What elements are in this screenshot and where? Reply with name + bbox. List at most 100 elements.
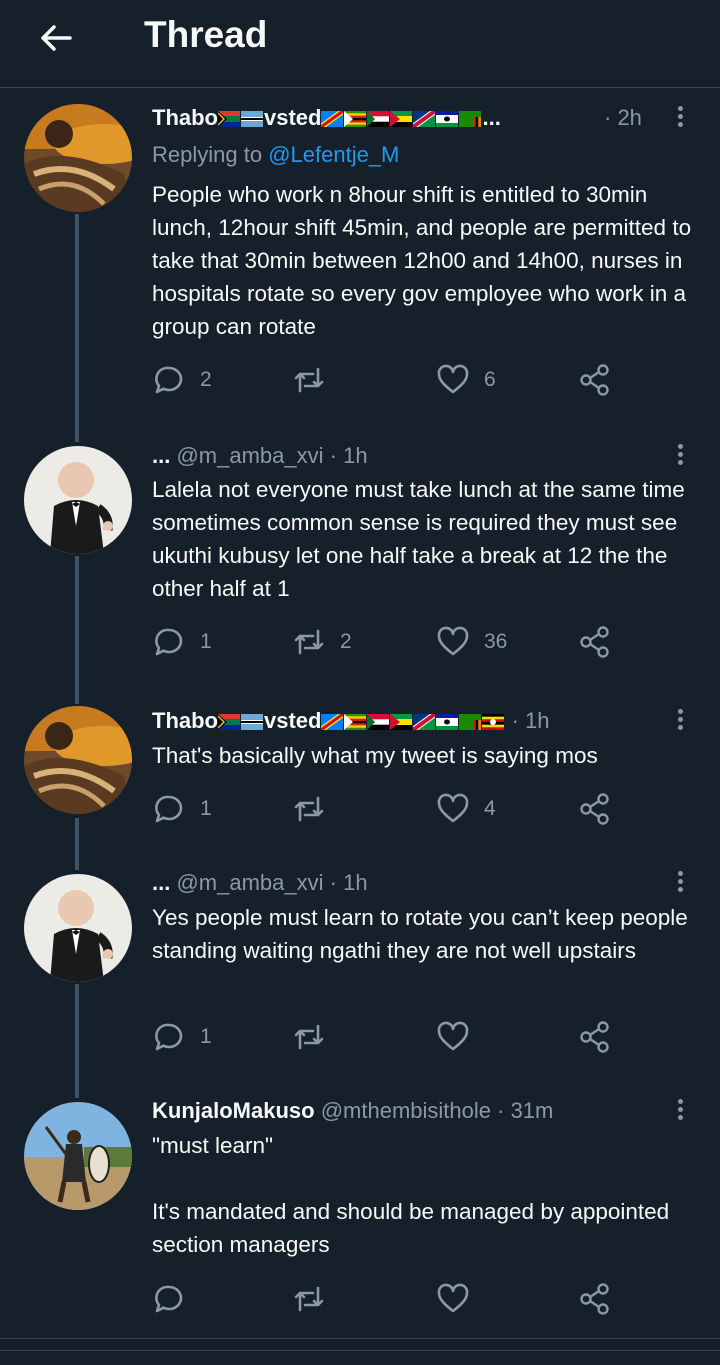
display-name[interactable]: ... xyxy=(152,870,170,895)
display-name[interactable]: KunjaloMakuso xyxy=(152,1098,315,1123)
tweet-text: People who work n 8hour shift is entitle… xyxy=(152,182,698,339)
reply-button[interactable]: 1 xyxy=(152,791,212,827)
thread-connector xyxy=(75,984,79,1098)
flag-bw-icon xyxy=(241,708,264,733)
reply-button[interactable]: 1 xyxy=(152,1019,212,1055)
more-vertical-icon[interactable] xyxy=(672,1096,688,1124)
tweet-text: Yes people must learn to rotate you can’… xyxy=(152,905,695,963)
tweet-header: ... @m_amba_xvi · 1h xyxy=(152,442,650,470)
share-button[interactable] xyxy=(578,1019,612,1055)
handle-ellipsis: ... xyxy=(482,105,501,130)
reply-icon xyxy=(155,366,183,394)
flag-mz-icon xyxy=(390,105,413,130)
reply-count: 1 xyxy=(200,1025,212,1048)
replying-handle-link[interactable]: @Lefentje_M xyxy=(268,142,399,167)
heart-icon xyxy=(437,1021,469,1051)
divider xyxy=(0,1338,720,1339)
handle[interactable]: @mthembisithole xyxy=(321,1098,491,1123)
more-vertical-icon[interactable] xyxy=(672,706,688,734)
reply-count: 1 xyxy=(200,797,212,820)
like-count: 36 xyxy=(484,630,508,653)
flag-ls-icon xyxy=(436,105,459,130)
reply-count: 1 xyxy=(200,630,212,653)
like-button[interactable]: 4 xyxy=(436,791,496,827)
like-button[interactable]: 36 xyxy=(436,624,507,660)
avatar[interactable] xyxy=(24,874,132,982)
tweet-actions: 1 xyxy=(152,1019,622,1055)
tweet-actions: 1 4 xyxy=(152,791,622,827)
flag-sd-icon xyxy=(367,708,390,733)
flag-mz-icon xyxy=(390,708,413,733)
more-vertical-icon[interactable] xyxy=(672,868,688,896)
flag-ls-icon xyxy=(436,708,459,733)
tweet-time: · 2h xyxy=(604,105,642,130)
share-button[interactable] xyxy=(578,791,612,827)
divider xyxy=(0,1350,720,1351)
share-icon xyxy=(580,793,609,825)
display-name-suffix: vsted xyxy=(264,105,322,130)
retweet-button[interactable]: 2 xyxy=(292,624,352,660)
display-name[interactable]: Thabo xyxy=(152,105,218,130)
more-vertical-icon[interactable] xyxy=(672,441,688,469)
heart-icon xyxy=(437,1283,469,1313)
heart-icon xyxy=(437,364,469,394)
avatar[interactable] xyxy=(24,446,132,554)
tweet-header: Thabo vsted · 1h xyxy=(152,707,650,735)
tweet-header: Thabo vsted... xyxy=(152,104,650,132)
retweet-icon xyxy=(294,1286,324,1312)
reply-button[interactable]: 1 xyxy=(152,624,212,660)
display-name-suffix: vsted xyxy=(264,708,322,733)
flag-zm-icon xyxy=(459,708,482,733)
thread-connector xyxy=(75,818,79,870)
reply-icon xyxy=(155,1285,183,1313)
retweet-icon xyxy=(294,367,324,393)
retweet-button[interactable] xyxy=(292,1019,340,1055)
display-name[interactable]: Thabo xyxy=(152,708,218,733)
like-button[interactable] xyxy=(436,1019,484,1055)
replying-to: Replying to @Lefentje_M xyxy=(152,140,399,170)
tweet-text: That's basically what my tweet is saying… xyxy=(152,743,598,768)
retweet-count: 2 xyxy=(340,630,352,653)
tweet[interactable]: Thabo vsted... · 2h Replying to @Lefentje… xyxy=(0,0,720,420)
flag-cd-icon xyxy=(321,105,344,130)
retweet-button[interactable] xyxy=(292,362,340,398)
tweet-time: · 31m xyxy=(497,1098,554,1123)
reply-button[interactable]: 2 xyxy=(152,362,212,398)
heart-icon xyxy=(437,626,469,656)
flag-na-icon xyxy=(413,105,436,130)
avatar[interactable] xyxy=(24,104,132,212)
handle[interactable]: @m_amba_xvi xyxy=(176,870,323,895)
reply-button[interactable] xyxy=(152,1281,200,1317)
share-icon xyxy=(580,1283,609,1315)
share-button[interactable] xyxy=(578,362,612,398)
flag-cd-icon xyxy=(321,708,344,733)
share-icon xyxy=(580,364,609,396)
share-icon xyxy=(580,1021,609,1053)
display-name[interactable]: ... xyxy=(152,443,170,468)
flag-sd-icon xyxy=(367,105,390,130)
like-button[interactable] xyxy=(436,1281,484,1317)
tweet-actions: 1 2 36 xyxy=(152,624,622,660)
replying-label: Replying to xyxy=(152,142,263,167)
tweet-time: · 1h xyxy=(329,870,368,895)
like-button[interactable]: 6 xyxy=(436,362,496,398)
retweet-button[interactable] xyxy=(292,791,340,827)
tweet-header: ... @m_amba_xvi · 1h xyxy=(152,869,650,897)
avatar[interactable] xyxy=(24,706,132,814)
flag-za-icon xyxy=(218,708,241,733)
more-vertical-icon[interactable] xyxy=(672,103,688,131)
retweet-button[interactable] xyxy=(292,1281,340,1317)
share-button[interactable] xyxy=(578,1281,612,1317)
tweet-time: · 1h xyxy=(511,708,550,733)
retweet-icon xyxy=(294,796,324,822)
avatar[interactable] xyxy=(24,1102,132,1210)
tweet-actions: 2 6 xyxy=(152,362,622,398)
reply-icon xyxy=(155,795,183,823)
tweet-header: KunjaloMakuso @mthembisithole · 31m xyxy=(152,1097,650,1125)
like-count: 6 xyxy=(484,368,496,391)
share-icon xyxy=(580,626,609,658)
flag-zw-icon xyxy=(344,708,367,733)
handle[interactable]: @m_amba_xvi xyxy=(176,443,323,468)
retweet-icon xyxy=(294,629,324,655)
share-button[interactable] xyxy=(578,624,612,660)
